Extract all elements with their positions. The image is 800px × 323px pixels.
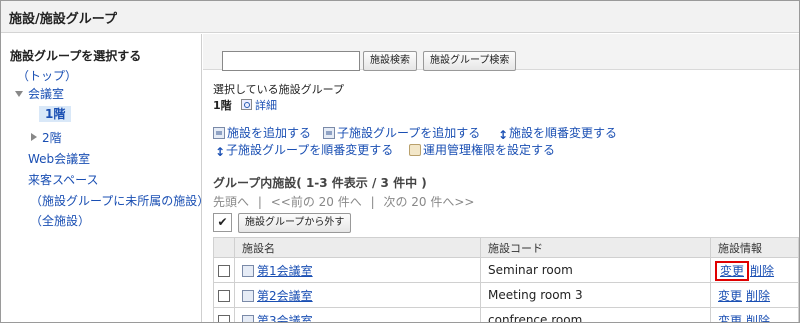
add-facility-label: 施設を追加する xyxy=(227,126,312,140)
reorder-facilities-label: 施設を順番変更する xyxy=(509,126,618,140)
selected-group-name: 1階 xyxy=(213,99,232,112)
row-checkbox-cell xyxy=(213,307,235,322)
app-window: 施設/施設グループ 施設グループを選択する （トップ） 会議室 1階 2階 We… xyxy=(0,0,800,323)
tree-item-label: 1階 xyxy=(39,106,72,122)
facility-info-cell: 変更 削除 xyxy=(710,257,799,283)
reorder-child-groups-label: 子施設グループを順番変更する xyxy=(226,143,394,157)
facility-icon xyxy=(242,289,254,302)
sort-icon: ↕ xyxy=(498,128,509,142)
page-title: 施設/施設グループ xyxy=(9,12,117,27)
sidebar: 施設グループを選択する （トップ） 会議室 1階 2階 Web会議室 来客スペー… xyxy=(1,34,209,322)
row-checkbox-cell xyxy=(213,257,235,283)
pager-separator: | xyxy=(370,195,375,209)
sort-icon: ↕ xyxy=(215,145,226,159)
pager-next: 次の 20 件へ>> xyxy=(383,195,475,209)
set-permissions-link[interactable]: 運用管理権限を設定する xyxy=(409,141,555,158)
tree-item-2f[interactable]: 2階 xyxy=(31,129,62,146)
main-panel: 施設検索 施設グループ検索 選択している施設グループ 1階 詳細 施設を追加する… xyxy=(203,34,799,323)
facility-name-cell: 第1会議室 xyxy=(234,257,481,283)
facility-code: confrence room xyxy=(480,307,711,322)
add-facility-link[interactable]: 施設を追加する xyxy=(213,124,311,141)
select-all-check-icon[interactable]: ✔ xyxy=(213,213,232,232)
row-checkbox[interactable] xyxy=(218,289,230,302)
add-child-group-label: 子施設グループを追加する xyxy=(337,126,481,140)
collapse-arrow-icon[interactable] xyxy=(31,133,37,141)
delete-link[interactable]: 削除 xyxy=(750,264,774,278)
pager-prev: <<前の 20 件へ xyxy=(270,195,362,209)
remove-from-group-button[interactable]: 施設グループから外す xyxy=(238,213,352,233)
pager-first: 先頭へ xyxy=(213,195,250,209)
detail-link[interactable]: 詳細 xyxy=(241,97,277,113)
edit-link[interactable]: 変更 xyxy=(714,260,750,281)
row-checkbox-cell xyxy=(213,282,235,308)
tree-item-all[interactable]: （全施設） xyxy=(30,212,90,229)
facility-icon xyxy=(213,127,225,139)
facility-name-link[interactable]: 第3会議室 xyxy=(257,314,313,323)
facility-icon xyxy=(242,264,254,277)
selected-group-label: 選択している施設グループ xyxy=(213,83,345,96)
tree-item-meeting-rooms[interactable]: 会議室 xyxy=(15,85,64,102)
title-bar: 施設/施設グループ xyxy=(1,1,799,33)
edit-link[interactable]: 変更 xyxy=(718,289,742,303)
delete-link[interactable]: 削除 xyxy=(746,289,770,303)
row-checkbox[interactable] xyxy=(218,264,230,277)
expand-arrow-icon[interactable] xyxy=(15,91,23,97)
tree-item-web-meeting[interactable]: Web会議室 xyxy=(28,150,90,167)
facility-info-cell: 変更 削除 xyxy=(710,282,799,308)
facility-code: Seminar room xyxy=(480,257,711,283)
facility-code: Meeting room 3 xyxy=(480,282,711,308)
delete-link[interactable]: 削除 xyxy=(746,314,770,323)
sidebar-header: 施設グループを選択する xyxy=(10,49,142,63)
admin-permission-icon xyxy=(409,144,421,156)
add-child-group-link[interactable]: 子施設グループを追加する xyxy=(323,124,480,141)
facility-name-link[interactable]: 第1会議室 xyxy=(257,264,313,278)
search-bar: 施設検索 施設グループ検索 xyxy=(203,34,799,71)
section-title: グループ内施設( 1-3 件表示 / 3 件中 ) xyxy=(213,176,427,190)
tree-item-top[interactable]: （トップ） xyxy=(17,67,77,84)
column-header-info: 施設情報 xyxy=(710,237,799,258)
reorder-child-groups-link[interactable]: ↕子施設グループを順番変更する xyxy=(215,141,393,158)
row-checkbox[interactable] xyxy=(218,314,230,322)
facility-name-link[interactable]: 第2会議室 xyxy=(257,289,313,303)
table-row: 第3会議室 confrence room 変更 削除 xyxy=(213,307,799,323)
facility-name-cell: 第2会議室 xyxy=(234,282,481,308)
reorder-facilities-link[interactable]: ↕施設を順番変更する xyxy=(498,124,617,141)
table-row: 第2会議室 Meeting room 3 変更 削除 xyxy=(213,282,799,308)
detail-label: 詳細 xyxy=(255,99,277,112)
search-input[interactable] xyxy=(222,51,360,71)
edit-link[interactable]: 変更 xyxy=(718,314,742,323)
tree-item-label: 会議室 xyxy=(28,87,65,101)
table-header-row: 施設名 施設コード 施設情報 xyxy=(213,237,799,258)
tree-item-unassigned[interactable]: （施設グループに未所属の施設） xyxy=(30,192,209,209)
magnifier-icon xyxy=(241,99,252,110)
facility-name-cell: 第3会議室 xyxy=(234,307,481,323)
tree-item-visitor-space[interactable]: 来客スペース xyxy=(28,171,99,188)
facility-search-button[interactable]: 施設検索 xyxy=(363,51,417,71)
checkbox-column-header xyxy=(213,237,235,258)
tree-item-label: 2階 xyxy=(42,131,62,145)
pager: 先頭へ | <<前の 20 件へ | 次の 20 件へ>> xyxy=(213,193,474,210)
column-header-code: 施設コード xyxy=(480,237,711,258)
facility-icon xyxy=(242,314,254,322)
pager-separator: | xyxy=(257,195,262,209)
column-header-name: 施設名 xyxy=(234,237,481,258)
facility-table: 施設名 施設コード 施設情報 第1会議室 Seminar room 変更 削除 第… xyxy=(213,237,799,323)
tree-item-1f[interactable]: 1階 xyxy=(39,105,72,122)
facility-info-cell: 変更 削除 xyxy=(710,307,799,323)
facility-group-icon xyxy=(323,127,335,139)
set-permissions-label: 運用管理権限を設定する xyxy=(423,143,556,157)
table-row: 第1会議室 Seminar room 変更 削除 xyxy=(213,257,799,283)
group-search-button[interactable]: 施設グループ検索 xyxy=(423,51,517,71)
